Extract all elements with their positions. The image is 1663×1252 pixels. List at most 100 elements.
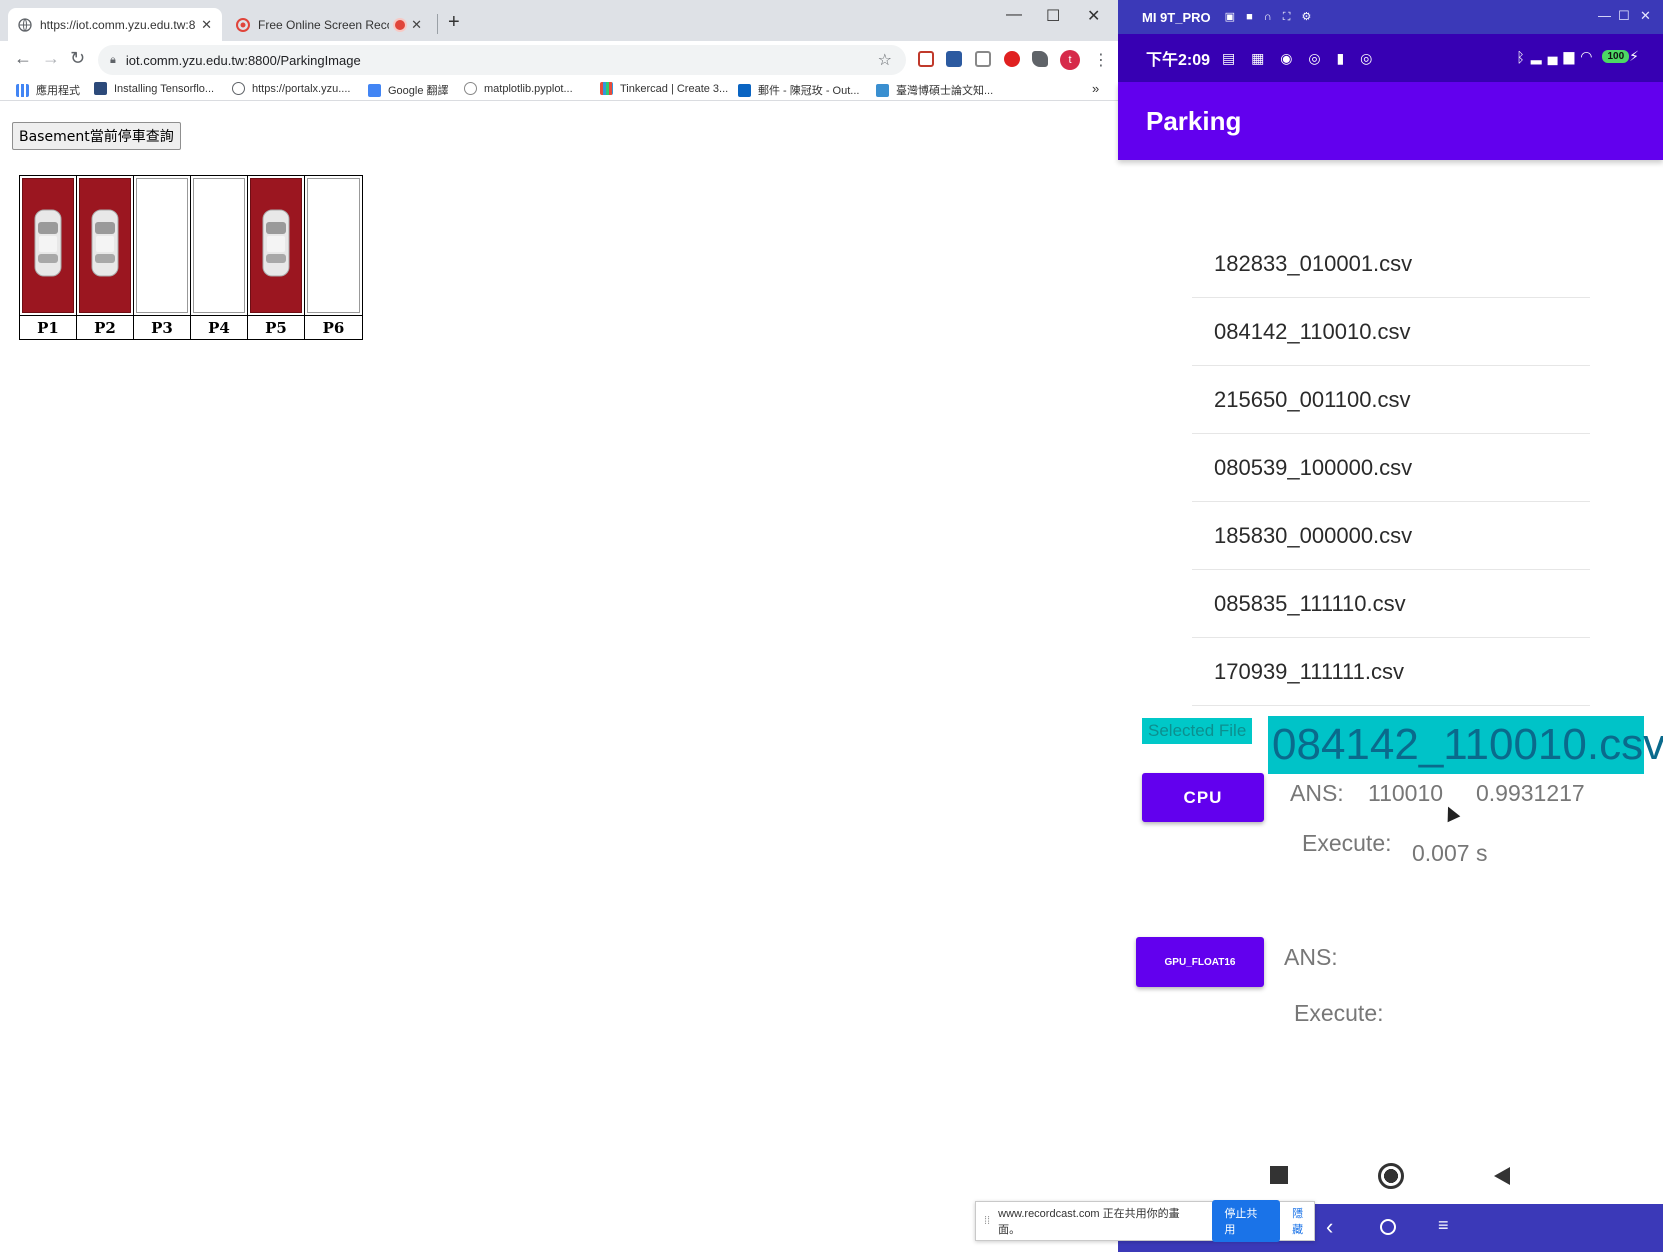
list-item[interactable]: 084142_110010.csv [1192, 298, 1590, 366]
address-bar[interactable]: 🔒︎ iot.comm.yzu.edu.tw:8800/ParkingImage… [98, 45, 906, 75]
pocket-extension-icon[interactable] [918, 51, 934, 67]
cpu-execute-value: 0.007 s [1412, 840, 1488, 866]
list-item[interactable]: 170939_111111.csv [1192, 638, 1590, 706]
list-item[interactable]: 080539_100000.csv [1192, 434, 1590, 502]
outlook-icon [738, 83, 751, 97]
gpu-float16-button[interactable]: GPU_FLOAT16 [1136, 937, 1264, 987]
signal-icon: ▂▄▆ [1530, 48, 1581, 64]
bookmark-item[interactable]: Installing Tensorflo... [94, 82, 214, 95]
bluetooth-icon: ᛒ [1516, 48, 1531, 65]
tab-recorder[interactable]: Free Online Screen Recorde ✕ [226, 8, 432, 41]
profile-avatar[interactable]: t [1060, 50, 1080, 70]
wifi-icon: ◠ [1580, 48, 1599, 64]
bookmarks-bar: 應用程式 Installing Tensorflo... https://por… [0, 79, 1118, 101]
share-text: www.recordcast.com 正在共用你的畫面。 [998, 1208, 1180, 1236]
bookmark-item[interactable]: 郵件 - 陳冠玫 - Out... [738, 82, 859, 98]
cpu-ans-label: ANS: [1290, 780, 1344, 806]
occupied-bay [250, 178, 302, 313]
bookmark-apps[interactable]: 應用程式 [16, 82, 80, 98]
phone-mirror-window: MI 9T_PRO ▣ ■ ∩ ⛶ ⚙ — ☐ ✕ 下午2:09 ▤ ▦ ◉ ◎… [1118, 0, 1663, 1252]
menu-icon[interactable]: ≡ [1438, 1215, 1449, 1236]
tab-parking[interactable]: https://iot.comm.yzu.edu.tw:880 ✕ [8, 8, 222, 41]
close-window-icon[interactable]: ✕ [1087, 6, 1100, 26]
back-chevron-icon[interactable]: ‹ [1326, 1214, 1333, 1240]
bookmark-star-icon[interactable]: ☆ [878, 50, 892, 70]
tab-separator [437, 14, 438, 34]
minimize-icon[interactable]: — [1598, 8, 1611, 23]
recording-indicator-icon [395, 19, 406, 30]
slot-label: P3 [134, 315, 190, 339]
parking-lot-grid: P1 P2 P3 P4 P5 P6 [19, 175, 363, 340]
globe-icon [18, 17, 32, 32]
gpu-ans-label: ANS: [1284, 944, 1338, 970]
slot-label: P1 [20, 315, 76, 339]
bookmark-label: Google 翻譯 [388, 85, 449, 97]
stop-sharing-button[interactable]: 停止共用 [1212, 1200, 1281, 1242]
bookmark-label: https://portalx.yzu.... [252, 82, 351, 95]
extension-icon[interactable] [946, 51, 962, 67]
slot-label: P5 [248, 315, 304, 339]
empty-bay [307, 178, 360, 313]
device-name: MI 9T_PRO [1142, 9, 1211, 25]
more-bookmarks-icon[interactable]: » [1092, 81, 1099, 96]
drag-handle-icon[interactable]: ⁞⁞ [984, 1215, 990, 1227]
cpu-ans-value: 110010 [1368, 780, 1444, 806]
list-item[interactable]: 215650_001100.csv [1192, 366, 1590, 434]
close-icon[interactable]: ✕ [1640, 8, 1651, 24]
car-icon [33, 208, 63, 283]
cpu-button[interactable]: CPU [1142, 773, 1264, 822]
minimize-icon[interactable]: — [1006, 6, 1022, 24]
home-icon[interactable] [1378, 1163, 1404, 1189]
bookmark-item[interactable]: 臺灣博碩士論文知... [876, 82, 993, 98]
gpu-execute-label: Execute: [1294, 1000, 1384, 1026]
empty-bay [193, 178, 245, 313]
list-item[interactable]: 085835_111110.csv [1192, 570, 1590, 638]
charging-icon: ⚡ [1629, 48, 1645, 64]
system-status-icons: ᛒ ▂▄▆ ◠ 100 ⚡ [1516, 48, 1645, 65]
occupied-bay [79, 178, 131, 313]
car-icon [90, 208, 120, 283]
cpu-execute-label: Execute: [1302, 830, 1392, 856]
list-item[interactable]: 185830_000000.csv [1192, 502, 1590, 570]
slot-label: P6 [305, 315, 362, 339]
mirror-toolbar-icons[interactable]: ▣ ■ ∩ ⛶ ⚙ [1225, 10, 1316, 24]
battery-icon: 100 [1602, 50, 1630, 63]
google-translate-icon [368, 83, 381, 97]
close-icon[interactable]: ✕ [411, 17, 422, 33]
bookmark-item[interactable]: https://portalx.yzu.... [232, 82, 350, 95]
back-icon[interactable]: ← [14, 48, 32, 69]
bookmark-label: matplotlib.pyplot... [484, 82, 573, 95]
back-icon[interactable] [1494, 1167, 1510, 1185]
screen-share-notification: ⁞⁞ www.recordcast.com 正在共用你的畫面。 停止共用 隱藏 [975, 1200, 1315, 1242]
app-title: Parking [1146, 105, 1242, 136]
tab-title: Free Online Screen Recorde [258, 17, 389, 32]
parking-slot: P4 [191, 176, 248, 339]
basement-query-button[interactable]: Basement當前停車查詢 [12, 122, 181, 150]
hide-button[interactable]: 隱藏 [1292, 1205, 1314, 1237]
adblock-icon[interactable] [1004, 51, 1020, 67]
bookmark-item[interactable]: Google 翻譯 [368, 82, 449, 98]
new-tab-icon[interactable]: + [448, 11, 460, 34]
occupied-bay [22, 178, 74, 313]
mirror-titlebar: MI 9T_PRO ▣ ■ ∩ ⛶ ⚙ — ☐ ✕ [1118, 0, 1663, 34]
reload-icon[interactable]: ↻ [70, 48, 85, 69]
maximize-icon[interactable]: ☐ [1046, 6, 1060, 26]
tinkercad-icon [600, 82, 613, 95]
list-item[interactable]: 182833_010001.csv [1192, 230, 1590, 298]
bookmark-item[interactable]: Tinkercad | Create 3... [600, 82, 728, 95]
home-circle-icon[interactable] [1380, 1219, 1396, 1235]
slot-label: P2 [77, 315, 133, 339]
browser-window: https://iot.comm.yzu.edu.tw:880 ✕ Free O… [0, 0, 1118, 1252]
tab-strip: https://iot.comm.yzu.edu.tw:880 ✕ Free O… [0, 0, 1118, 41]
recorder-icon [236, 17, 250, 32]
forward-icon[interactable]: → [42, 48, 60, 69]
maximize-icon[interactable]: ☐ [1618, 8, 1630, 24]
close-icon[interactable]: ✕ [201, 17, 212, 33]
notification-icons: ▤ ▦ ◉ ◎ ▮ ◎ [1222, 49, 1379, 66]
parking-slot: P1 [20, 176, 77, 339]
bookmark-item[interactable]: matplotlib.pyplot... [464, 82, 573, 95]
puzzle-extensions-icon[interactable] [1032, 51, 1048, 67]
recents-icon[interactable] [1270, 1166, 1288, 1184]
cast-icon[interactable] [975, 51, 991, 67]
menu-kebab-icon[interactable]: ⋮ [1093, 50, 1109, 70]
